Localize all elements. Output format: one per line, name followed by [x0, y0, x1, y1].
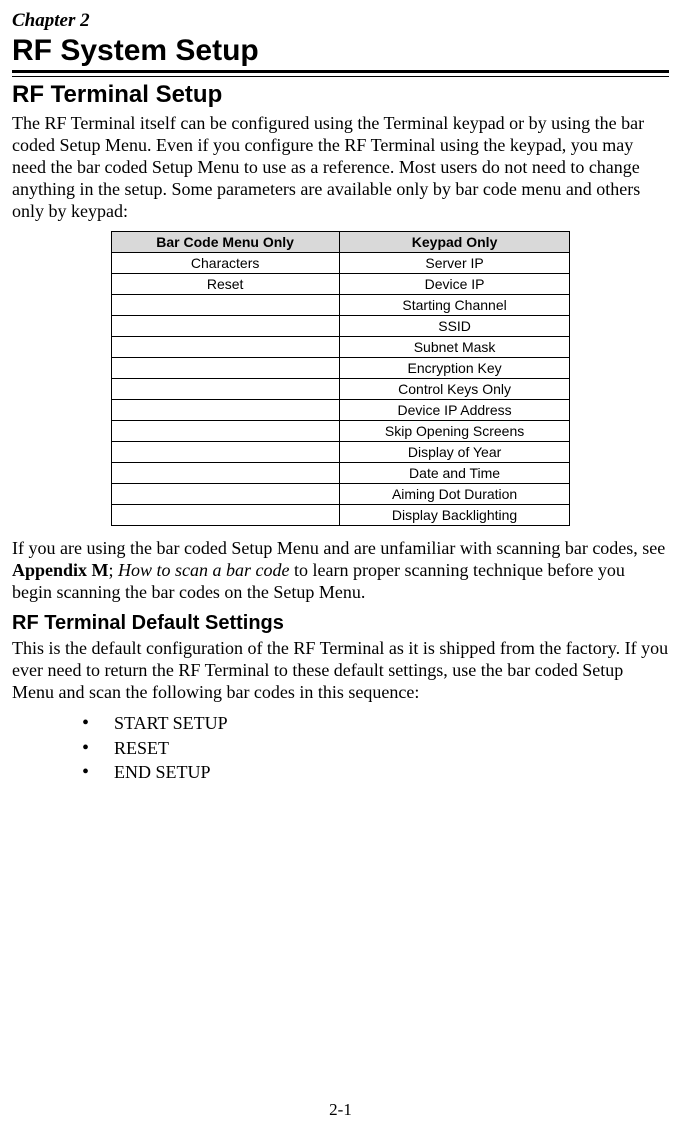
chapter-label: Chapter 2 [12, 10, 669, 32]
table-row: Subnet Mask [111, 336, 570, 357]
section-heading-default-settings: RF Terminal Default Settings [12, 612, 669, 635]
table-cell: Device IP [339, 273, 570, 294]
table-cell: Aiming Dot Duration [339, 483, 570, 504]
appendix-ref: Appendix M [12, 560, 109, 580]
table-cell [111, 399, 339, 420]
table-cell: Control Keys Only [339, 378, 570, 399]
table-cell [111, 315, 339, 336]
table-row: Display Backlighting [111, 504, 570, 525]
intro-paragraph: The RF Terminal itself can be configured… [12, 113, 669, 223]
table-cell: Server IP [339, 252, 570, 273]
table-cell [111, 462, 339, 483]
table-cell [111, 504, 339, 525]
table-cell: Starting Channel [339, 294, 570, 315]
page-number: 2-1 [0, 1100, 681, 1120]
table-cell: Characters [111, 252, 339, 273]
section-heading-rf-terminal-setup: RF Terminal Setup [12, 81, 669, 109]
table-row: Device IP Address [111, 399, 570, 420]
parameters-table: Bar Code Menu Only Keypad Only Character… [111, 231, 571, 526]
table-cell: Subnet Mask [339, 336, 570, 357]
table-cell [111, 357, 339, 378]
table-cell: Skip Opening Screens [339, 420, 570, 441]
table-row: Date and Time [111, 462, 570, 483]
table-row: Skip Opening Screens [111, 420, 570, 441]
table-row: Encryption Key [111, 357, 570, 378]
table-cell [111, 336, 339, 357]
table-cell: SSID [339, 315, 570, 336]
table-header-barcode: Bar Code Menu Only [111, 231, 339, 252]
table-cell [111, 483, 339, 504]
table-cell [111, 420, 339, 441]
table-row: ResetDevice IP [111, 273, 570, 294]
table-cell [111, 378, 339, 399]
table-cell: Display of Year [339, 441, 570, 462]
table-body: CharactersServer IPResetDevice IP Starti… [111, 252, 570, 525]
default-sequence-list: START SETUPRESETEND SETUP [82, 711, 669, 784]
table-row: CharactersServer IP [111, 252, 570, 273]
table-cell: Reset [111, 273, 339, 294]
post-table-paragraph: If you are using the bar coded Setup Men… [12, 538, 669, 604]
table-row: Display of Year [111, 441, 570, 462]
defaults-paragraph: This is the default configuration of the… [12, 638, 669, 704]
table-header-row: Bar Code Menu Only Keypad Only [111, 231, 570, 252]
table-cell: Display Backlighting [339, 504, 570, 525]
table-row: Control Keys Only [111, 378, 570, 399]
list-item: END SETUP [82, 760, 669, 784]
table-cell: Encryption Key [339, 357, 570, 378]
howto-ref: How to scan a bar code [118, 560, 289, 580]
table-row: Starting Channel [111, 294, 570, 315]
table-row: SSID [111, 315, 570, 336]
post-table-pre: If you are using the bar coded Setup Men… [12, 538, 665, 558]
list-item: START SETUP [82, 711, 669, 735]
page-title: RF System Setup [12, 34, 669, 68]
table-cell: Device IP Address [339, 399, 570, 420]
list-item: RESET [82, 736, 669, 760]
post-table-sep: ; [109, 560, 119, 580]
table-cell [111, 294, 339, 315]
table-row: Aiming Dot Duration [111, 483, 570, 504]
table-cell: Date and Time [339, 462, 570, 483]
table-cell [111, 441, 339, 462]
table-header-keypad: Keypad Only [339, 231, 570, 252]
title-rule [12, 70, 669, 77]
